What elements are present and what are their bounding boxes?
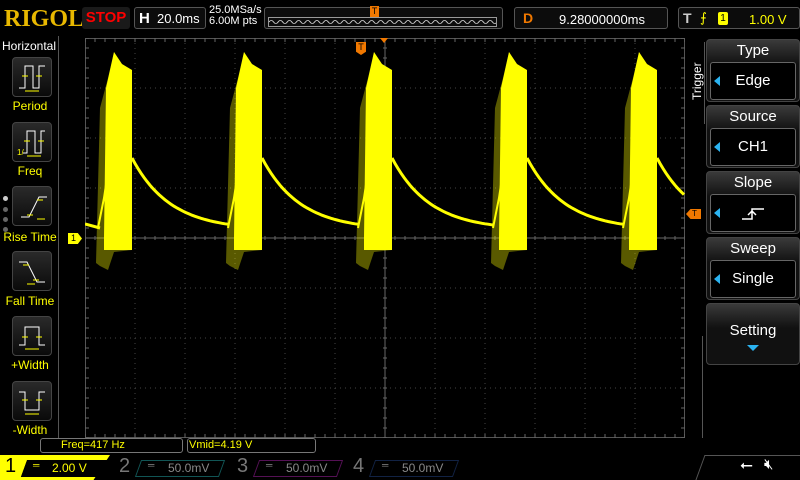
dc-coupling-icon: ═ xyxy=(382,460,389,470)
waveform-display[interactable] xyxy=(85,38,685,438)
period-label: Period xyxy=(12,99,48,113)
setting-label: Setting xyxy=(729,322,777,339)
run-stop-status[interactable]: STOP xyxy=(82,7,130,29)
horizontal-label: H xyxy=(139,10,150,27)
trigger-level: 1.00 V xyxy=(749,12,787,27)
ch3-number: 3 xyxy=(237,455,249,477)
freq-button[interactable]: 1/ xyxy=(12,122,52,162)
delay-value: 9.28000000ms xyxy=(559,12,646,27)
setting-button[interactable]: Setting xyxy=(706,303,800,365)
ch4-number: 4 xyxy=(353,455,365,477)
dc-coupling-icon: ═ xyxy=(148,460,155,470)
ch2-scale: 50.0mV xyxy=(168,461,210,475)
ch1-scale: 2.00 V xyxy=(52,461,87,475)
memory-overview-bar[interactable] xyxy=(264,7,503,29)
ch4-tab[interactable]: 4 ═ 50.0mV xyxy=(346,455,460,480)
measure-menu: Horizontal Period 1/ Freq Rise Time Fall… xyxy=(0,36,59,438)
timebase-value: 20.0ms xyxy=(157,11,200,26)
sweep-label: Sweep xyxy=(730,240,776,257)
trigger-label: T xyxy=(683,10,692,26)
freq-label: Freq xyxy=(17,164,43,178)
fall-time-label: Fall Time xyxy=(5,294,55,308)
rising-edge-icon: ⨍ xyxy=(700,10,707,25)
neg-width-button[interactable] xyxy=(12,381,52,421)
memory-waveform-icon xyxy=(268,17,497,27)
neg-width-label: -Width xyxy=(12,423,48,437)
burst-band xyxy=(499,52,527,250)
trigger-menu: Trigger Type Edge Source CH1 Slope Sweep Si… xyxy=(687,36,800,438)
left-arrow-icon xyxy=(714,208,720,218)
type-label: Type xyxy=(736,42,770,59)
neg-width-icon xyxy=(19,391,45,415)
freq-measurement[interactable]: Freq=417 Hz xyxy=(40,438,183,453)
left-arrow-icon xyxy=(714,274,720,284)
menu-title: Horizontal xyxy=(2,39,57,53)
burst-band xyxy=(104,52,132,250)
period-icon xyxy=(19,65,45,92)
delay-box[interactable]: D 9.28000000ms xyxy=(514,7,668,29)
mute-icon[interactable]: 🔇︎ xyxy=(764,456,773,473)
dc-coupling-icon: ═ xyxy=(33,460,40,470)
rise-time-label: Rise Time xyxy=(3,230,57,244)
ch1-tab[interactable]: 1 ═ 2.00 V xyxy=(0,455,110,480)
period-button[interactable] xyxy=(12,57,52,97)
freq-icon: 1/ xyxy=(17,130,45,157)
burst-band xyxy=(234,52,262,250)
ch4-scale: 50.0mV xyxy=(402,461,444,475)
horizontal-position-marker[interactable] xyxy=(380,38,388,43)
type-value: Edge xyxy=(735,72,771,89)
menu-title: Trigger xyxy=(690,62,704,100)
usb-icon: ⭠ xyxy=(740,457,753,474)
rise-time-button[interactable] xyxy=(12,186,52,226)
fall-time-icon xyxy=(19,261,45,285)
timebase-box[interactable]: H 20.0ms xyxy=(134,7,206,29)
delay-label: D xyxy=(523,10,534,26)
trigger-box[interactable]: T ⨍ 1 1.00 V xyxy=(678,7,800,29)
ch2-number: 2 xyxy=(119,455,131,477)
svg-text:1/: 1/ xyxy=(17,148,24,157)
source-label: Source xyxy=(729,108,777,125)
slope-button[interactable]: Slope xyxy=(706,171,800,234)
trigger-position-marker[interactable]: T xyxy=(370,6,379,17)
ch3-tab[interactable]: 3 ═ 50.0mV xyxy=(230,455,344,480)
memory-depth: 6.00M pts xyxy=(209,15,258,27)
burst-band xyxy=(629,52,657,250)
chevron-down-icon xyxy=(747,345,759,351)
left-arrow-icon xyxy=(714,76,720,86)
rigol-logo: RIGOL xyxy=(4,6,85,32)
left-arrow-icon xyxy=(714,142,720,152)
pos-width-button[interactable] xyxy=(12,316,52,356)
ch1-number: 1 xyxy=(5,455,17,477)
pos-width-icon xyxy=(19,326,45,350)
ch1-offset-marker[interactable]: 1 xyxy=(68,233,82,244)
vmid-measurement[interactable]: Vmid=4.19 V xyxy=(187,438,316,453)
type-button[interactable]: Type Edge xyxy=(706,39,800,102)
fall-time-button[interactable] xyxy=(12,251,52,291)
source-button[interactable]: Source CH1 xyxy=(706,105,800,168)
burst-band xyxy=(364,52,392,250)
pos-width-label: +Width xyxy=(11,358,49,372)
sweep-button[interactable]: Sweep Single xyxy=(706,237,800,300)
sweep-value: Single xyxy=(732,270,774,287)
rise-time-icon xyxy=(21,196,47,220)
dc-coupling-icon: ═ xyxy=(266,460,273,470)
ch3-scale: 50.0mV xyxy=(286,461,328,475)
slope-label: Slope xyxy=(733,174,773,191)
trigger-source: 1 xyxy=(718,12,728,25)
acquisition-info: 25.0MSa/s 6.00M pts xyxy=(209,5,262,27)
rising-edge-icon xyxy=(742,208,764,220)
ch2-tab[interactable]: 2 ═ 50.0mV xyxy=(114,455,226,480)
source-value: CH1 xyxy=(737,138,768,155)
